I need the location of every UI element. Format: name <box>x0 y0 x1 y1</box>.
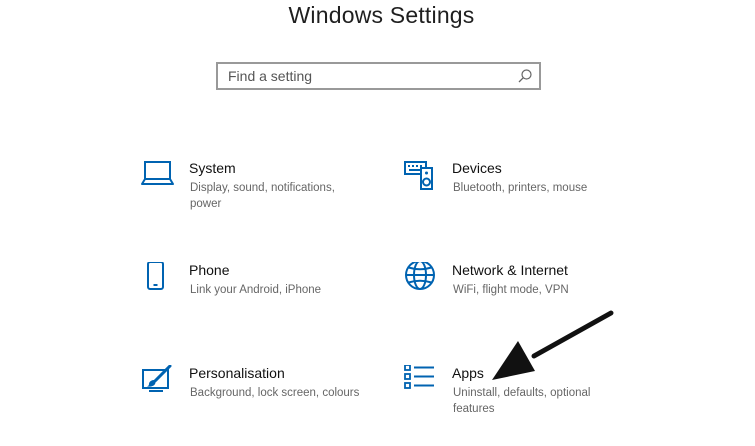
tile-phone-name: Phone <box>189 262 230 278</box>
tile-devices[interactable]: Devices Bluetooth, printers, mouse <box>404 160 644 220</box>
laptop-icon <box>141 161 174 185</box>
devices-icon <box>404 161 433 190</box>
tile-devices-name: Devices <box>452 160 502 176</box>
tile-personalisation[interactable]: Personalisation Background, lock screen,… <box>141 365 381 425</box>
tile-apps-description: Uninstall, defaults, optional features <box>453 387 591 415</box>
paint-brush-icon <box>142 365 172 392</box>
tile-devices-description: Bluetooth, printers, mouse <box>453 182 588 194</box>
tile-network-internet-description: WiFi, flight mode, VPN <box>453 284 569 296</box>
tile-personalisation-description: Background, lock screen, colours <box>190 387 360 399</box>
tile-system-name: System <box>189 160 236 176</box>
tile-apps[interactable]: Apps Uninstall, defaults, optional featu… <box>404 365 644 425</box>
tile-phone[interactable]: Phone Link your Android, iPhone <box>141 262 381 322</box>
tile-apps-name: Apps <box>452 365 484 381</box>
tile-system[interactable]: System Display, sound, notifications, po… <box>141 160 381 220</box>
globe-icon <box>405 262 435 290</box>
search-box[interactable] <box>216 62 541 90</box>
tile-system-description: Display, sound, notifications, power <box>190 182 335 210</box>
search-icon[interactable] <box>517 68 533 84</box>
phone-icon <box>147 262 164 290</box>
page-title: Windows Settings <box>288 2 475 28</box>
tile-network-internet[interactable]: Network & Internet WiFi, flight mode, VP… <box>404 262 644 322</box>
tile-network-internet-name: Network & Internet <box>452 262 568 278</box>
apps-list-icon <box>404 365 434 389</box>
tile-personalisation-name: Personalisation <box>189 365 285 381</box>
tile-phone-description: Link your Android, iPhone <box>190 284 322 296</box>
search-input[interactable] <box>218 64 518 88</box>
